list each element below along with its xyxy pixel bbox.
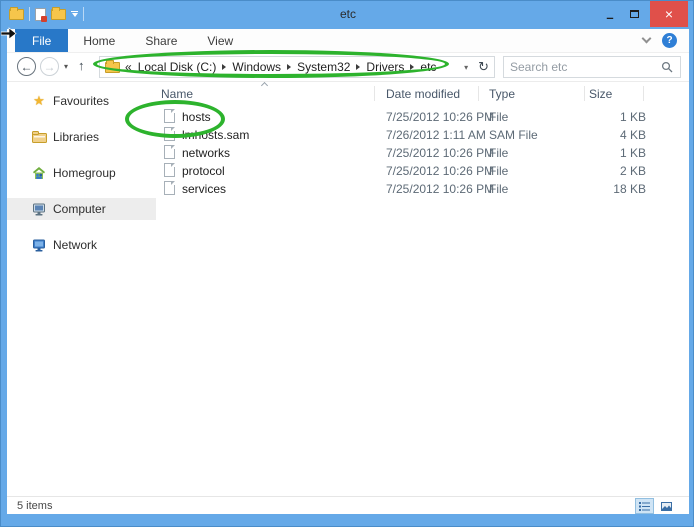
minimize-icon: –	[606, 10, 613, 25]
mouse-cursor-icon	[1, 27, 17, 40]
column-header-name[interactable]: Name	[161, 87, 193, 101]
quick-access-toolbar	[9, 7, 84, 21]
help-icon: ?	[666, 35, 672, 46]
search-input[interactable]	[504, 60, 661, 74]
file-row-networks[interactable]: networks 7/25/2012 10:26 PM File 1 KB	[156, 144, 689, 162]
explorer-window: etc – × File Home	[0, 0, 694, 527]
file-icon	[164, 163, 175, 177]
details-view-button[interactable]	[635, 498, 654, 514]
column-divider[interactable]	[374, 86, 375, 101]
sort-ascending-icon[interactable]	[261, 82, 268, 89]
forward-icon: →	[44, 60, 56, 74]
file-rows: hosts 7/25/2012 10:26 PM File 1 KB lmhos…	[156, 108, 689, 198]
tab-file[interactable]: File	[15, 29, 68, 52]
window-title: etc	[1, 1, 694, 29]
search-icon[interactable]	[661, 61, 673, 73]
file-row-protocol[interactable]: protocol 7/25/2012 10:26 PM File 2 KB	[156, 162, 689, 180]
annotation-circle-hosts-file	[125, 100, 225, 138]
address-dropdown-icon[interactable]: ▾	[464, 63, 468, 72]
network-icon	[31, 239, 47, 252]
status-bar: 5 items	[7, 496, 689, 514]
main-area: ★ Favourites Libraries	[7, 82, 689, 496]
sidebar-item-homegroup[interactable]: Homegroup	[7, 162, 156, 184]
file-list: Name Date modified Type Size hosts 7/25/…	[156, 82, 689, 496]
expand-ribbon-icon[interactable]	[642, 34, 652, 44]
recent-locations-dropdown-icon[interactable]: ▾	[64, 62, 68, 71]
column-divider[interactable]	[478, 86, 479, 101]
back-button[interactable]: ←	[17, 57, 36, 76]
maximize-icon	[630, 10, 639, 18]
maximize-button[interactable]	[622, 1, 646, 27]
column-header-type[interactable]: Type	[489, 87, 515, 101]
homegroup-icon	[31, 167, 47, 180]
sidebar-item-network[interactable]: Network	[7, 234, 156, 256]
tab-view[interactable]: View	[192, 29, 248, 52]
star-icon: ★	[31, 93, 47, 109]
column-header-size[interactable]: Size	[589, 87, 612, 101]
address-bar-controls: ▾ ↻	[464, 59, 489, 75]
computer-icon	[31, 203, 47, 216]
large-icons-view-button[interactable]	[657, 498, 676, 514]
large-icons-view-icon	[661, 502, 672, 511]
column-header-date-modified[interactable]: Date modified	[386, 87, 460, 101]
file-row-lmhosts[interactable]: lmhosts.sam 7/26/2012 1:11 AM SAM File 4…	[156, 126, 689, 144]
toolbar-divider	[83, 7, 84, 21]
minimize-button[interactable]: –	[598, 1, 622, 27]
tab-share[interactable]: Share	[130, 29, 192, 52]
libraries-folder-icon	[31, 131, 47, 143]
file-row-services[interactable]: services 7/25/2012 10:26 PM File 18 KB	[156, 180, 689, 198]
view-toggles	[635, 498, 676, 514]
close-icon: ×	[665, 6, 673, 22]
toolbar-divider	[29, 7, 30, 21]
item-count: 5 items	[17, 500, 52, 512]
help-button[interactable]: ?	[662, 33, 677, 48]
refresh-icon[interactable]: ↻	[478, 59, 489, 75]
new-folder-icon[interactable]	[51, 9, 66, 20]
tab-home[interactable]: Home	[68, 29, 130, 52]
folder-icon[interactable]	[9, 9, 24, 20]
window-controls: – ×	[598, 1, 688, 27]
up-one-level-button[interactable]: ↑	[78, 58, 85, 73]
properties-icon[interactable]	[35, 8, 46, 21]
back-icon: ←	[21, 60, 33, 74]
column-divider[interactable]	[584, 86, 585, 101]
annotation-circle-breadcrumb	[93, 50, 449, 78]
search-box[interactable]	[503, 56, 681, 78]
column-divider[interactable]	[643, 86, 644, 101]
file-icon	[164, 181, 175, 195]
file-row-hosts[interactable]: hosts 7/25/2012 10:26 PM File 1 KB	[156, 108, 689, 126]
sidebar-item-computer[interactable]: Computer	[7, 198, 156, 220]
forward-button[interactable]: →	[40, 57, 59, 76]
ribbon-tabstrip: File Home Share View ?	[7, 29, 689, 53]
title-bar[interactable]: etc – ×	[1, 1, 694, 29]
details-view-icon	[639, 502, 650, 511]
navigation-pane: ★ Favourites Libraries	[7, 82, 156, 496]
file-icon	[164, 145, 175, 159]
close-button[interactable]: ×	[650, 1, 688, 27]
ribbon-right-controls: ?	[643, 29, 689, 52]
customize-toolbar-dropdown-icon[interactable]	[71, 11, 78, 17]
